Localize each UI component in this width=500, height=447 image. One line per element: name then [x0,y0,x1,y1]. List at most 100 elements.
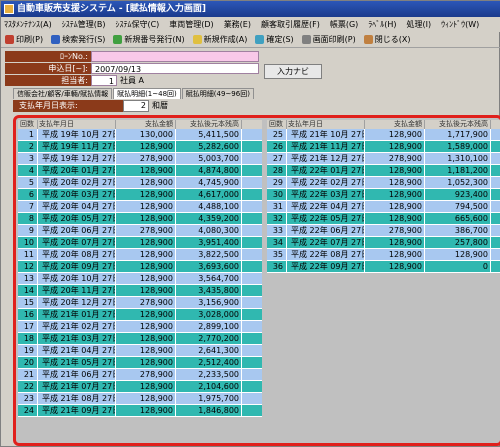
table-row[interactable]: 22 平成 21年 07月 27日 128,900 2,104,600 [18,381,262,393]
input-navi-button[interactable]: 入力ナビ [264,64,322,79]
menu-bar: ﾏｽﾀﾒﾝﾃﾅﾝｽ(A) ｼｽﾃﾑ管理(B) ｼｽﾃﾑ保守(C) 車両管理(D)… [1,17,500,32]
new-create-button[interactable]: 新規作成(A) [192,34,247,45]
tab-basic-info[interactable]: 信販会社/顧客/車輛/賦払情報 [13,88,113,99]
cell-amount: 278,900 [365,153,425,164]
menu-process[interactable]: 処理(I) [407,19,432,30]
payment-grid-right[interactable]: 回数 支払年月日 支払金額 支払後元本残高 25 平成 21年 10月 27日 12… [267,120,500,273]
table-row[interactable]: 4 平成 20年 01月 27日 128,900 4,874,800 [18,165,262,177]
table-row[interactable]: 30 平成 22年 03月 27日 128,900 923,400 [267,189,500,201]
table-row[interactable]: 25 平成 21年 10月 27日 128,900 1,717,900 [267,129,500,141]
table-row[interactable]: 12 平成 20年 09月 27日 128,900 3,693,600 [18,261,262,273]
cell-count: 15 [18,297,38,308]
print-button[interactable]: 印刷(P) [5,34,43,45]
header-date: 支払年月日 [287,120,365,129]
header-form: ﾛｰﾝNo.: 申込日[~]: 2007/09/13 担当者: 1 社員 A [5,51,265,87]
cell-balance: 4,488,100 [176,201,242,212]
tab-payment-49-96[interactable]: 賦払明細(49~96回) [181,88,254,99]
table-row[interactable]: 36 平成 22年 09月 27日 128,900 0 [267,261,500,273]
menu-vehicle[interactable]: 車両管理(D) [169,19,213,30]
table-row[interactable]: 18 平成 21年 03月 27日 128,900 2,770,200 [18,333,262,345]
table-row[interactable]: 15 平成 20年 12月 27日 278,900 3,156,900 [18,297,262,309]
confirm-label: 確定(S) [266,35,294,44]
cell-date: 平成 19年 11月 27日 [38,141,116,152]
cell-count: 16 [18,309,38,320]
table-row[interactable]: 20 平成 21年 05月 27日 128,900 2,512,400 [18,357,262,369]
menu-reports[interactable]: 帳票(G) [330,19,358,30]
table-row[interactable]: 29 平成 22年 02月 27日 128,900 1,052,300 [267,177,500,189]
table-row[interactable]: 23 平成 21年 08月 27日 128,900 1,975,700 [18,393,262,405]
confirm-button[interactable]: 確定(S) [255,34,294,45]
search-issue-button[interactable]: 検索発行(S) [51,34,105,45]
cell-date: 平成 20年 05月 27日 [38,213,116,224]
close-button[interactable]: 閉じる(X) [363,34,411,45]
new-number-label: 新規番号発行(N) [124,35,185,44]
table-row[interactable]: 19 平成 21年 04月 27日 128,900 2,641,300 [18,345,262,357]
new-number-button[interactable]: 新規番号発行(N) [113,34,185,45]
date-display-text: 和暦 [152,101,168,110]
cell-date: 平成 20年 07月 27日 [38,237,116,248]
header-amount: 支払金額 [365,120,425,129]
cell-amount: 128,900 [365,177,425,188]
print-label: 印刷(P) [16,35,44,44]
date-display-select[interactable]: 2 [123,100,149,112]
cell-balance: 1,181,200 [425,165,491,176]
menu-label[interactable]: ﾗﾍﾞﾙ(H) [368,19,396,30]
table-row[interactable]: 5 平成 20年 02月 27日 128,900 4,745,900 [18,177,262,189]
table-row[interactable]: 8 平成 20年 05月 27日 128,900 4,359,200 [18,213,262,225]
menu-system-maint[interactable]: ｼｽﾃﾑ保守(C) [115,19,159,30]
table-row[interactable]: 24 平成 21年 09月 27日 128,900 1,846,800 [18,405,262,417]
table-row[interactable]: 1 平成 19年 10月 27日 130,000 5,411,500 [18,129,262,141]
table-row[interactable]: 14 平成 20年 11月 27日 128,900 3,435,800 [18,285,262,297]
cell-date: 平成 20年 09月 27日 [38,261,116,272]
apply-date-field[interactable]: 2007/09/13 [91,63,259,74]
table-row[interactable]: 28 平成 22年 01月 27日 128,900 1,181,200 [267,165,500,177]
search-icon [51,35,61,44]
cell-amount: 128,900 [116,405,176,416]
cell-balance: 2,512,400 [176,357,242,368]
screen-print-button[interactable]: 画面印刷(P) [301,34,356,45]
menu-business[interactable]: 業務(E) [224,19,251,30]
tab-payment-1-48[interactable]: 賦払明細(1~48回) [113,88,181,99]
menu-customer-history[interactable]: 顧客取引履歴(F) [261,19,320,30]
table-row[interactable]: 11 平成 20年 08月 27日 128,900 3,822,500 [18,249,262,261]
table-row[interactable]: 35 平成 22年 08月 27日 128,900 128,900 [267,249,500,261]
cell-date: 平成 20年 08月 27日 [38,249,116,260]
menu-system-admin[interactable]: ｼｽﾃﾑ管理(B) [62,19,106,30]
table-row[interactable]: 21 平成 21年 06月 27日 278,900 2,233,500 [18,369,262,381]
cell-balance: 1,310,100 [425,153,491,164]
loan-no-field[interactable] [91,51,259,62]
table-row[interactable]: 3 平成 19年 12月 27日 278,900 5,003,700 [18,153,262,165]
cell-amount: 128,900 [116,177,176,188]
table-row[interactable]: 9 平成 20年 06月 27日 278,900 4,080,300 [18,225,262,237]
table-row[interactable]: 27 平成 21年 12月 27日 278,900 1,310,100 [267,153,500,165]
table-row[interactable]: 34 平成 22年 07月 27日 128,900 257,800 [267,237,500,249]
table-row[interactable]: 16 平成 21年 01月 27日 128,900 3,028,000 [18,309,262,321]
person-code-select[interactable]: 1 [91,75,117,86]
cell-date: 平成 22年 09月 27日 [287,261,365,272]
cell-date: 平成 21年 09月 27日 [38,405,116,416]
table-row[interactable]: 7 平成 20年 04月 27日 128,900 4,488,100 [18,201,262,213]
cell-date: 平成 20年 10月 27日 [38,273,116,284]
table-row[interactable]: 32 平成 22年 05月 27日 128,900 665,600 [267,213,500,225]
cell-amount: 128,900 [116,189,176,200]
table-row[interactable]: 2 平成 19年 11月 27日 128,900 5,282,600 [18,141,262,153]
cell-amount: 128,900 [116,213,176,224]
cell-amount: 278,900 [116,369,176,380]
table-row[interactable]: 26 平成 21年 11月 27日 128,900 1,589,000 [267,141,500,153]
toolbar: 印刷(P) 検索発行(S) 新規番号発行(N) 新規作成(A) 確定(S) 画面… [1,32,500,48]
menu-master[interactable]: ﾏｽﾀﾒﾝﾃﾅﾝｽ(A) [4,19,52,30]
table-row[interactable]: 31 平成 22年 04月 27日 128,900 794,500 [267,201,500,213]
cell-amount: 128,900 [365,129,425,140]
table-row[interactable]: 13 平成 20年 10月 27日 128,900 3,564,700 [18,273,262,285]
table-row[interactable]: 17 平成 21年 02月 27日 128,900 2,899,100 [18,321,262,333]
cell-balance: 1,846,800 [176,405,242,416]
table-row[interactable]: 33 平成 22年 06月 27日 278,900 386,700 [267,225,500,237]
cell-date: 平成 20年 02月 27日 [38,177,116,188]
menu-window[interactable]: ｳｨﾝﾄﾞｳ(W) [441,19,479,30]
payment-grid-left[interactable]: 回数 支払年月日 支払金額 支払後元本残高 1 平成 19年 10月 27日 130… [18,120,262,417]
screen-print-label: 画面印刷(P) [312,35,356,44]
table-row[interactable]: 6 平成 20年 03月 27日 128,900 4,617,000 [18,189,262,201]
table-row[interactable]: 10 平成 20年 07月 27日 128,900 3,951,400 [18,237,262,249]
cell-date: 平成 21年 01月 27日 [38,309,116,320]
new-document-icon [192,35,202,44]
